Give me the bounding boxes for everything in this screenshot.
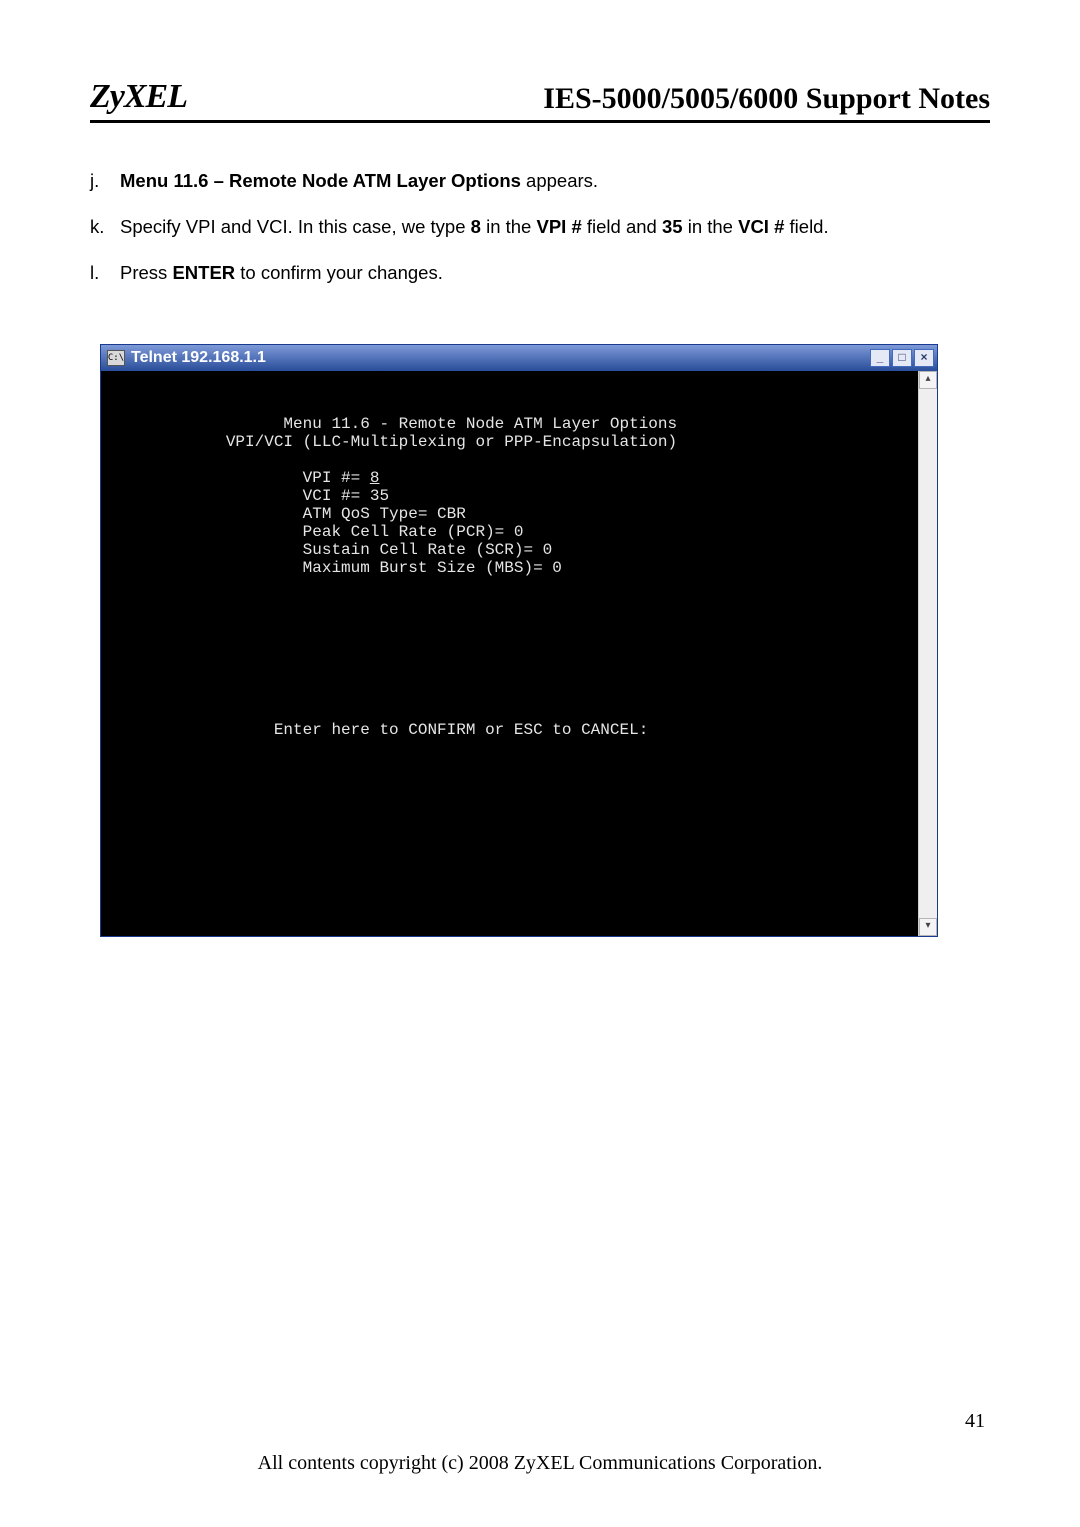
line-vci: VCI #= 35 bbox=[101, 487, 389, 505]
instruction-list: j. Menu 11.6 – Remote Node ATM Layer Opt… bbox=[90, 167, 990, 286]
close-button[interactable]: × bbox=[914, 349, 934, 367]
vpi-value[interactable]: 8 bbox=[370, 469, 380, 487]
terminal-body[interactable]: Menu 11.6 - Remote Node ATM Layer Option… bbox=[101, 371, 937, 936]
line-scr: Sustain Cell Rate (SCR)= 0 bbox=[101, 541, 552, 559]
step-k: k. Specify VPI and VCI. In this case, we… bbox=[90, 213, 990, 241]
line-menu-sub: VPI/VCI (LLC-Multiplexing or PPP-Encapsu… bbox=[101, 433, 677, 451]
step-j-tail: appears. bbox=[521, 170, 598, 191]
window-controls: _ □ × bbox=[870, 349, 934, 367]
t: VPI # bbox=[537, 216, 582, 237]
scroll-up-button[interactable]: ▴ bbox=[919, 371, 937, 389]
scroll-down-button[interactable]: ▾ bbox=[919, 918, 937, 936]
t: to confirm your changes. bbox=[235, 262, 443, 283]
t: in the bbox=[683, 216, 739, 237]
step-text: Specify VPI and VCI. In this case, we ty… bbox=[120, 213, 990, 241]
step-l: l. Press ENTER to confirm your changes. bbox=[90, 259, 990, 287]
line-vpi-label: VPI #= bbox=[101, 469, 370, 487]
t: Press bbox=[120, 262, 172, 283]
scroll-track[interactable] bbox=[919, 389, 937, 918]
minimize-button[interactable]: _ bbox=[870, 349, 890, 367]
step-letter: l. bbox=[90, 259, 120, 287]
page-title: IES-5000/5005/6000 Support Notes bbox=[543, 82, 990, 116]
window-title: Telnet 192.168.1.1 bbox=[131, 349, 870, 367]
page-header: ZyXEL IES-5000/5005/6000 Support Notes bbox=[90, 78, 990, 123]
line-mbs: Maximum Burst Size (MBS)= 0 bbox=[101, 559, 562, 577]
terminal-text: Menu 11.6 - Remote Node ATM Layer Option… bbox=[101, 371, 918, 739]
t: 35 bbox=[662, 216, 683, 237]
t: field. bbox=[784, 216, 828, 237]
maximize-button[interactable]: □ bbox=[892, 349, 912, 367]
cmd-icon: C:\ bbox=[107, 350, 125, 366]
step-text: Press ENTER to confirm your changes. bbox=[120, 259, 990, 287]
step-text: Menu 11.6 – Remote Node ATM Layer Option… bbox=[120, 167, 990, 195]
step-letter: j. bbox=[90, 167, 120, 195]
step-j: j. Menu 11.6 – Remote Node ATM Layer Opt… bbox=[90, 167, 990, 195]
t: field and bbox=[582, 216, 662, 237]
t: ENTER bbox=[172, 262, 235, 283]
step-j-bold: Menu 11.6 – Remote Node ATM Layer Option… bbox=[120, 170, 521, 191]
line-menu-title: Menu 11.6 - Remote Node ATM Layer Option… bbox=[101, 415, 677, 433]
t: VCI # bbox=[738, 216, 784, 237]
copyright-footer: All contents copyright (c) 2008 ZyXEL Co… bbox=[0, 1452, 1080, 1475]
terminal-inner[interactable]: Menu 11.6 - Remote Node ATM Layer Option… bbox=[101, 371, 918, 936]
page-number: 41 bbox=[965, 1410, 985, 1433]
line-pcr: Peak Cell Rate (PCR)= 0 bbox=[101, 523, 523, 541]
step-letter: k. bbox=[90, 213, 120, 241]
line-qos: ATM QoS Type= CBR bbox=[101, 505, 466, 523]
brand-logo-text: ZyXEL bbox=[90, 78, 187, 116]
page: ZyXEL IES-5000/5005/6000 Support Notes j… bbox=[0, 0, 1080, 1527]
telnet-window: C:\ Telnet 192.168.1.1 _ □ × Menu 11.6 -… bbox=[100, 344, 938, 937]
t: 8 bbox=[471, 216, 481, 237]
scrollbar[interactable]: ▴ ▾ bbox=[918, 371, 937, 936]
window-titlebar[interactable]: C:\ Telnet 192.168.1.1 _ □ × bbox=[101, 345, 937, 371]
line-confirm: Enter here to CONFIRM or ESC to CANCEL: bbox=[101, 721, 648, 739]
t: in the bbox=[481, 216, 537, 237]
t: Specify VPI and VCI. In this case, we ty… bbox=[120, 216, 471, 237]
